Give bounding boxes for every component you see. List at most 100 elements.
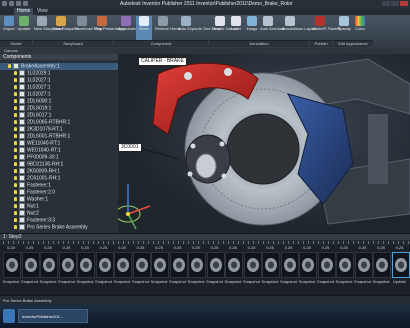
visibility-bulb-icon[interactable]	[14, 204, 17, 208]
start-button[interactable]	[3, 309, 15, 323]
visibility-bulb-icon[interactable]	[14, 85, 17, 89]
snapshot-thumbnail[interactable]: 0.25 Snapshot	[113, 245, 132, 295]
tree-node[interactable]: Fastener:1	[0, 182, 130, 189]
tree-node-root[interactable]: BrakeAssembly:1	[0, 63, 124, 70]
move-button[interactable]: Move	[136, 16, 152, 40]
visibility-bulb-icon[interactable]	[14, 197, 17, 201]
maximize-button[interactable]	[391, 1, 399, 6]
tree-node[interactable]: Nut:2	[0, 210, 130, 217]
visibility-bulb-icon[interactable]	[14, 183, 17, 187]
new-snapshot-button[interactable]: New Snapshot	[53, 16, 79, 40]
tree-node[interactable]: 2DL6019:1	[0, 105, 130, 112]
visibility-bulb-icon[interactable]	[14, 78, 17, 82]
snapshot-thumbnail[interactable]: 0.25 Snapshot	[280, 245, 299, 295]
play-presentation-button[interactable]: Play Presentation	[94, 16, 125, 40]
tree-node[interactable]: 1L02027:1	[0, 91, 130, 98]
visibility-bulb-icon[interactable]	[14, 71, 17, 75]
annotations-layout-button[interactable]: Annotations Layout	[282, 16, 316, 40]
tree-node[interactable]: 2DL6017:1	[0, 112, 130, 119]
tree-node[interactable]: 2K50009-RH:1	[0, 168, 130, 175]
snapshot-thumbnail[interactable]: 0.25 Snapshot	[58, 245, 77, 295]
tree-node[interactable]: 9BD21130-RH:1	[0, 161, 130, 168]
visibility-bulb-icon[interactable]	[14, 120, 17, 124]
callout-caliper-brake[interactable]: CALIPER - BRAKE	[138, 57, 187, 66]
opacity-button[interactable]: Opacity	[336, 16, 352, 40]
auto-annotate-button[interactable]: Auto Annotate	[260, 16, 285, 40]
tree-node[interactable]: 1L02029:1	[0, 70, 130, 77]
tree-node[interactable]: Fastener:3:3	[0, 217, 130, 224]
visibility-bulb-icon[interactable]	[14, 162, 17, 166]
3d-viewport[interactable]: CALIPER - BRAKE 3C0001	[118, 54, 410, 233]
restore-home-button[interactable]: Restore Home	[155, 16, 181, 40]
visibility-bulb-icon[interactable]	[14, 106, 17, 110]
tree-node[interactable]: WE11040-RT:1	[0, 140, 130, 147]
snapshot-thumbnail[interactable]: 0.25 Snapshot	[21, 245, 40, 295]
new-storyboard-button[interactable]: New Storyboard	[34, 16, 63, 40]
visibility-bulb-icon[interactable]	[14, 169, 17, 173]
taskbar-item-publisher[interactable]: InventorPublisher201...	[18, 309, 88, 323]
visibility-bulb-icon[interactable]	[14, 127, 17, 131]
update-button[interactable]: Update	[16, 16, 32, 40]
tree-node[interactable]: Nut:1	[0, 203, 130, 210]
close-button[interactable]	[400, 1, 408, 6]
snapshot-thumbnail[interactable]: 0.25 Update	[391, 245, 410, 295]
tree-node[interactable]: 1L02027:1	[0, 84, 130, 91]
snapshot-thumbnail[interactable]: 0.25 Snapshot	[317, 245, 336, 295]
adobe-flash-button[interactable]: Adobe® Flash®	[312, 16, 340, 40]
callout-part-number[interactable]: 3C0001	[118, 143, 142, 152]
simple-callout-button[interactable]: Simple Callout	[212, 16, 238, 40]
snapshot-thumbnail[interactable]: 0.25 Snapshot	[298, 245, 317, 295]
import-button[interactable]: Import	[1, 16, 17, 40]
snapshot-thumbnail[interactable]: 0.25 Snapshot	[206, 245, 225, 295]
snapshot-thumbnail[interactable]: 0.25 Snapshot	[261, 245, 280, 295]
visibility-bulb-icon[interactable]	[14, 218, 17, 222]
visibility-bulb-icon[interactable]	[14, 99, 17, 103]
thumbnail-view-button[interactable]: Thumbnail View	[74, 16, 102, 40]
visibility-bulb-icon[interactable]	[8, 64, 11, 68]
visibility-bulb-icon[interactable]	[14, 155, 17, 159]
snapshot-thumbnail[interactable]: 0.25 Snapshot	[39, 245, 58, 295]
visibility-bulb-icon[interactable]	[14, 92, 17, 96]
visibility-bulb-icon[interactable]	[14, 176, 17, 180]
tab-home[interactable]: Home	[14, 8, 34, 15]
tree-node[interactable]: PF00009-30:1	[0, 154, 130, 161]
snapshot-thumbnail[interactable]: 0.25 Snapshot	[132, 245, 151, 295]
label-button[interactable]: Label	[228, 16, 244, 40]
visibility-bulb-icon[interactable]	[14, 141, 17, 145]
undo-icon[interactable]	[16, 1, 21, 6]
snapshot-thumbnail[interactable]: 0.25 Snapshot	[372, 245, 391, 295]
tree-node[interactable]: 2DL6065-RTBHR:1	[0, 119, 130, 126]
move-gizmo[interactable]	[118, 184, 151, 230]
snapshot-thumbnail[interactable]: 0.25 Snapshot	[76, 245, 95, 295]
save-icon[interactable]	[9, 1, 14, 6]
tab-view[interactable]: View	[34, 8, 51, 15]
snapshot-thumbnail[interactable]: 0.25 Snapshot	[150, 245, 169, 295]
snapshot-thumbnail[interactable]: 0.25 Snapshot	[95, 245, 114, 295]
app-menu-icon[interactable]	[2, 1, 7, 6]
snapshot-thumbnail[interactable]: 0.25 Snapshot	[169, 245, 188, 295]
snapshot-thumbnail[interactable]: 0.25 Snapshot	[243, 245, 262, 295]
image-button[interactable]: Image	[244, 16, 260, 40]
snapshot-thumbnail[interactable]: 0.25 Snapshot	[224, 245, 243, 295]
redo-icon[interactable]	[23, 1, 28, 6]
visibility-bulb-icon[interactable]	[14, 134, 17, 138]
snapshot-thumbnail[interactable]: 0.25 Snapshot	[2, 245, 21, 295]
snapshot-thumbnail[interactable]: 0.25 Snapshot	[335, 245, 354, 295]
tree-node[interactable]: Washer:1	[0, 196, 130, 203]
visibility-bulb-icon[interactable]	[14, 113, 17, 117]
tree-node[interactable]: Pro Series Brake Assembly	[0, 224, 130, 231]
tree-node[interactable]: 1L02027:1	[0, 77, 130, 84]
snapshot-thumbnail[interactable]: 0.25 Snapshot	[354, 245, 373, 295]
tree-node[interactable]: WE01040-RT:1	[0, 147, 130, 154]
visibility-bulb-icon[interactable]	[14, 225, 17, 229]
tree-node[interactable]: 2DL6001-RTBHR:1	[0, 133, 130, 140]
auto-explode-button[interactable]: Auto Explode One Level	[178, 16, 221, 40]
appearance-button[interactable]: Appearance	[118, 16, 140, 40]
visibility-bulb-icon[interactable]	[14, 148, 17, 152]
tree-node[interactable]: Fastener:2.0	[0, 189, 130, 196]
tree-node[interactable]: 2C61001-RH:1	[0, 175, 130, 182]
color-button[interactable]: Color	[352, 16, 368, 40]
visibility-bulb-icon[interactable]	[14, 190, 17, 194]
snapshot-thumbnail[interactable]: 0.25 Snapshot	[187, 245, 206, 295]
minimize-button[interactable]	[382, 1, 390, 6]
